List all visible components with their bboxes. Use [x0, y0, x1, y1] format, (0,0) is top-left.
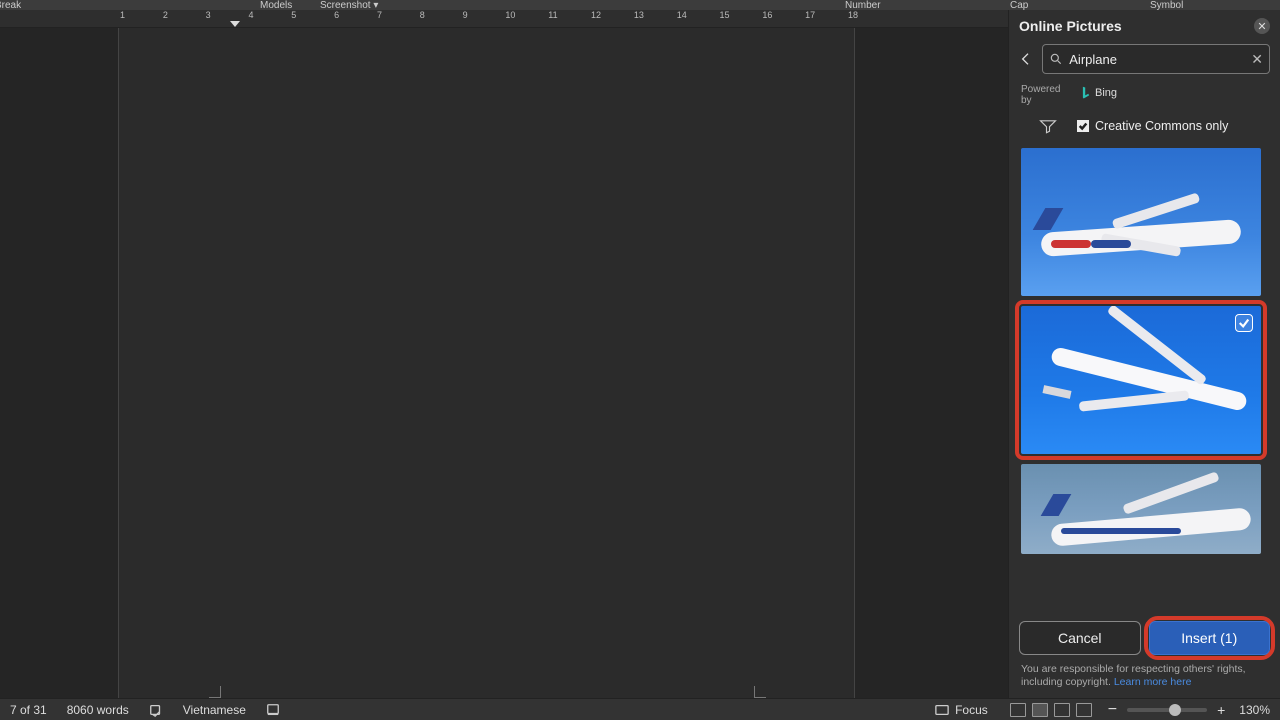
document-page[interactable]	[118, 28, 855, 698]
ruler-tick: 1	[120, 10, 125, 28]
ribbon-labels-row: Break Models Screenshot ▾ Number Cap Sym…	[0, 0, 1280, 10]
copyright-footnote: You are responsible for respecting other…	[1009, 659, 1280, 698]
zoom-slider[interactable]	[1127, 708, 1207, 712]
selection-check-icon	[1235, 314, 1253, 332]
page-indicator[interactable]: 7 of 31	[0, 703, 57, 717]
ruler-tick: 7	[377, 10, 382, 28]
ruler-tick: 18	[848, 10, 858, 28]
word-count[interactable]: 8060 words	[57, 703, 139, 717]
view-print-layout[interactable]	[1032, 703, 1048, 717]
search-box[interactable]: ✕	[1042, 44, 1270, 74]
spellcheck-button[interactable]	[139, 703, 173, 717]
panel-title: Online Pictures	[1019, 18, 1122, 34]
status-bar: 7 of 31 8060 words Vietnamese Focus − + …	[0, 698, 1280, 720]
ruler-tick: 11	[548, 10, 557, 28]
results-list[interactable]	[1009, 144, 1280, 613]
ruler-tick: 5	[291, 10, 296, 28]
bing-icon	[1081, 86, 1091, 100]
view-outline[interactable]	[1076, 703, 1092, 717]
ribbon-symbol-label: Symbol	[1150, 0, 1183, 11]
creative-commons-checkbox[interactable]: Creative Commons only	[1077, 119, 1228, 133]
bing-brand: Bing	[1081, 86, 1117, 100]
result-thumbnail[interactable]	[1021, 148, 1261, 296]
view-read-mode[interactable]	[1010, 703, 1026, 717]
focus-icon	[935, 703, 949, 717]
close-panel-button[interactable]: ✕	[1254, 18, 1270, 34]
search-input[interactable]	[1069, 52, 1245, 67]
online-pictures-panel: Online Pictures ✕ ✕ Powered by Bing	[1008, 10, 1280, 698]
ruler-tick: 6	[334, 10, 339, 28]
ribbon-number-label: Number	[845, 0, 881, 11]
ribbon-models-label: Models	[260, 0, 292, 11]
ruler-tick: 14	[677, 10, 687, 28]
ruler-tick: 9	[463, 10, 468, 28]
accessibility-button[interactable]	[256, 703, 290, 717]
ruler-tick: 4	[248, 10, 253, 28]
document-canvas[interactable]	[0, 28, 1008, 698]
cc-only-label: Creative Commons only	[1095, 119, 1228, 133]
powered-by-label: Powered by	[1021, 84, 1063, 106]
back-button[interactable]	[1017, 48, 1034, 70]
ruler-tick: 8	[420, 10, 425, 28]
ruler-tick: 3	[206, 10, 211, 28]
ruler-indent-marker[interactable]	[230, 21, 240, 27]
search-icon	[1049, 52, 1063, 66]
learn-more-link[interactable]: Learn more here	[1114, 676, 1192, 688]
view-web-layout[interactable]	[1054, 703, 1070, 717]
ribbon-cap-label: Cap	[1010, 0, 1028, 11]
ruler-tick: 17	[805, 10, 815, 28]
zoom-in-button[interactable]: +	[1213, 702, 1229, 718]
ribbon-break-label: Break	[0, 0, 21, 11]
result-thumbnail-selected[interactable]	[1021, 306, 1261, 454]
language-indicator[interactable]: Vietnamese	[173, 703, 256, 717]
focus-mode-button[interactable]: Focus	[925, 703, 998, 717]
insert-button[interactable]: Insert (1)	[1149, 621, 1271, 655]
zoom-level[interactable]: 130%	[1229, 703, 1280, 717]
ruler-tick: 2	[163, 10, 168, 28]
ruler-tick: 13	[634, 10, 644, 28]
spellcheck-icon	[149, 703, 163, 717]
arrow-left-icon	[1018, 51, 1034, 67]
ribbon-screenshot-label[interactable]: Screenshot ▾	[320, 0, 378, 11]
zoom-out-button[interactable]: −	[1104, 701, 1121, 719]
ruler-tick: 15	[720, 10, 730, 28]
horizontal-ruler[interactable]: 123456789101112131415161718	[0, 10, 1008, 28]
clear-search-button[interactable]: ✕	[1251, 51, 1263, 68]
accessibility-icon	[266, 703, 280, 717]
filter-icon[interactable]	[1039, 118, 1057, 134]
ruler-tick: 10	[505, 10, 515, 28]
cancel-button[interactable]: Cancel	[1019, 621, 1141, 655]
result-thumbnail[interactable]	[1021, 464, 1261, 554]
ruler-tick: 12	[591, 10, 601, 28]
ruler-tick: 16	[762, 10, 772, 28]
check-icon	[1078, 121, 1088, 131]
